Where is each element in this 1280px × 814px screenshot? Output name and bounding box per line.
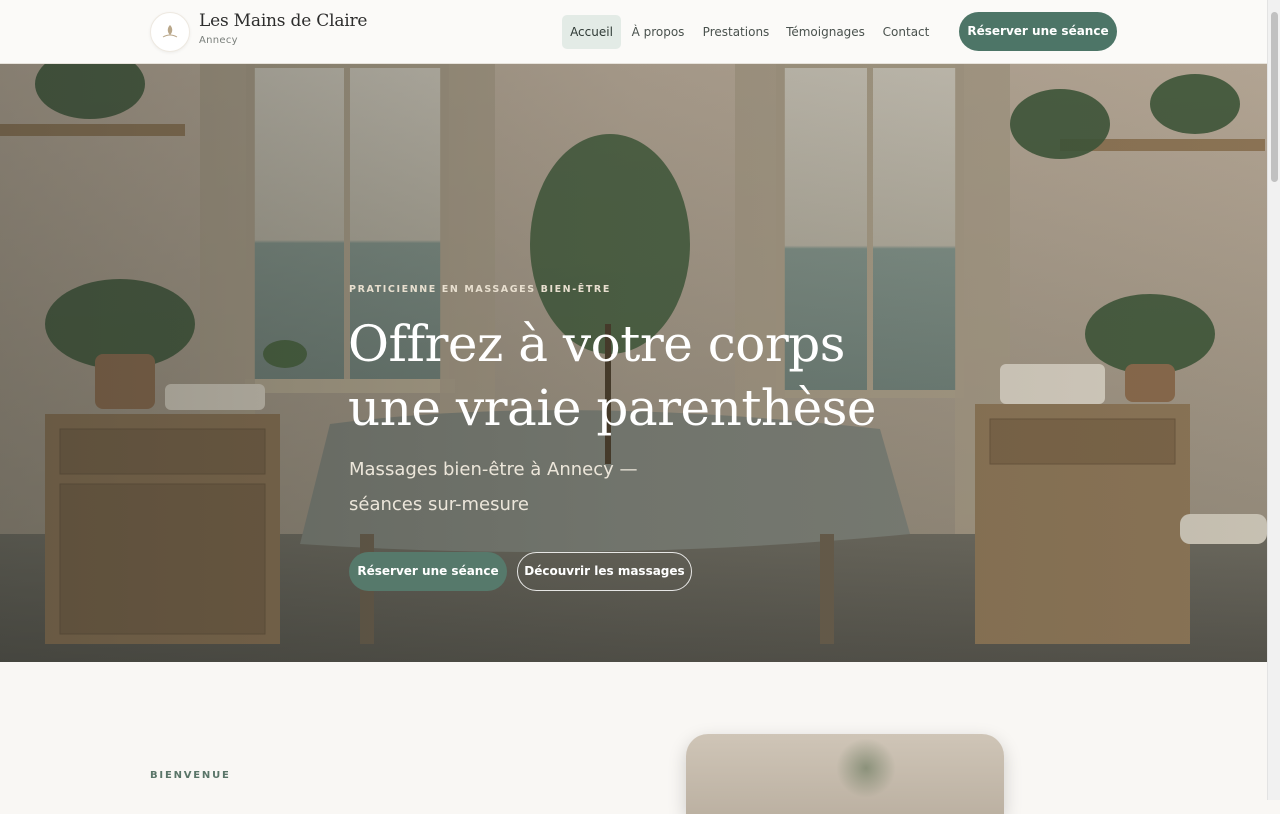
intro-photo: [686, 734, 1004, 814]
nav-item-contact[interactable]: Contact: [878, 15, 934, 49]
logo-icon[interactable]: [150, 12, 190, 52]
hero-section: PRATICIENNE EN MASSAGES BIEN-ÊTRE Offrez…: [0, 64, 1267, 662]
photo-plant-blur: [836, 738, 896, 798]
hero-subtitle: Massages bien-être à Annecy — séances su…: [349, 459, 638, 515]
nav-item-prestations[interactable]: Prestations: [699, 15, 773, 49]
page-scrollbar[interactable]: [1267, 0, 1280, 800]
discover-massages-button[interactable]: Découvrir les massages: [517, 552, 692, 591]
hero-eyebrow: PRATICIENNE EN MASSAGES BIEN-ÊTRE: [349, 284, 611, 295]
brand-city: Annecy: [199, 35, 238, 46]
brand-name[interactable]: Les Mains de Claire: [199, 11, 367, 31]
site-header: Les Mains de Claire Annecy Accueil À pro…: [0, 0, 1267, 64]
nav-item-temoignages[interactable]: Témoignages: [784, 15, 867, 49]
hero-title-line-2: une vraie parenthèse: [348, 379, 876, 437]
hero-book-button[interactable]: Réserver une séance: [349, 552, 507, 591]
hero-title-line-1: Offrez à votre corps: [348, 315, 845, 373]
section-label: BIENVENUE: [150, 770, 231, 781]
nav-item-accueil[interactable]: Accueil: [562, 15, 621, 49]
hero-title: Offrez à votre corps une vraie parenthès…: [348, 312, 908, 440]
nav-item-a-propos[interactable]: À propos: [628, 15, 688, 49]
book-session-button[interactable]: Réserver une séance: [959, 12, 1117, 51]
scrollbar-thumb[interactable]: [1271, 12, 1278, 182]
